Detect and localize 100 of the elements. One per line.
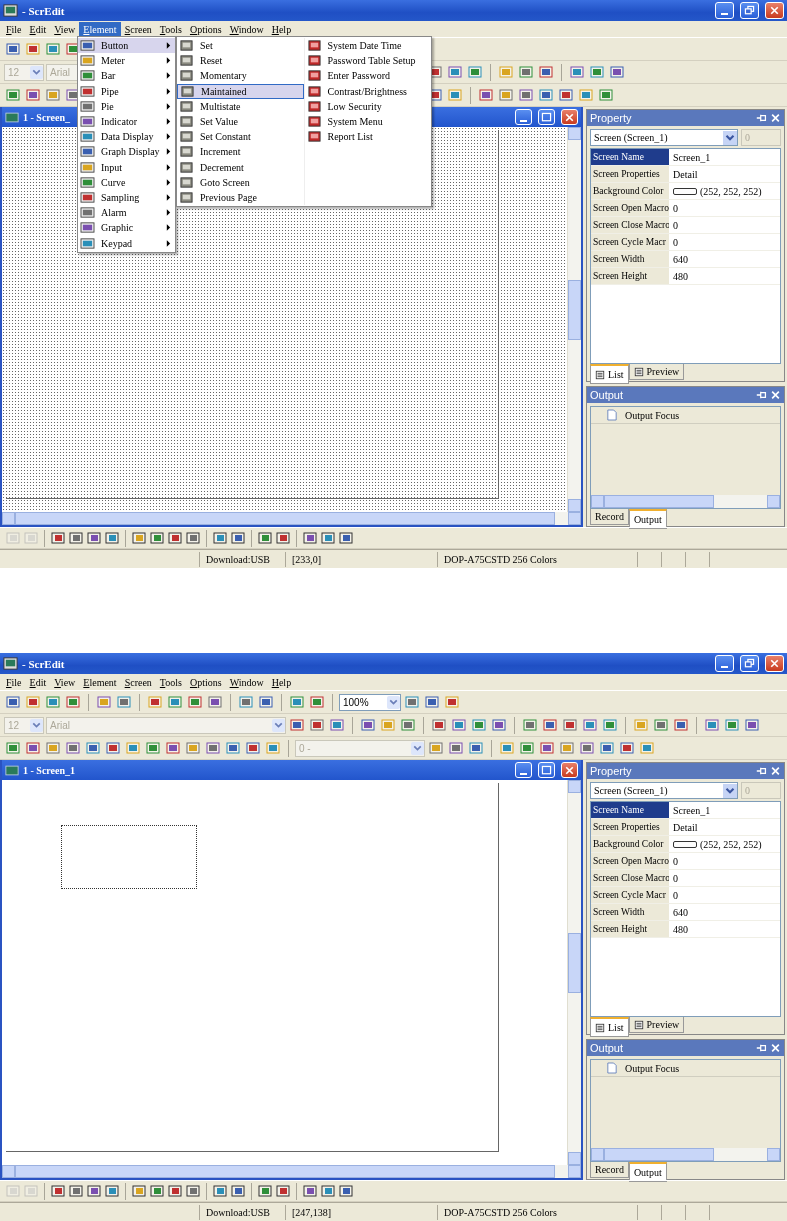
panel-tab[interactable]: List xyxy=(590,1017,629,1037)
menu-item[interactable]: Element xyxy=(79,21,121,37)
menu-item[interactable]: Screen xyxy=(120,21,156,37)
menu-entry[interactable]: Goto Screen xyxy=(177,174,304,190)
tool-icon[interactable] xyxy=(50,1183,66,1199)
menu-entry[interactable]: Contrast/Brightness xyxy=(304,83,431,99)
minimize-button[interactable] xyxy=(515,762,532,778)
restore-button[interactable] xyxy=(740,2,759,19)
property-name[interactable]: Screen Name xyxy=(591,149,669,165)
property-name[interactable]: Screen Cycle Macr xyxy=(591,887,669,903)
menu-entry[interactable]: Multistate xyxy=(177,98,304,114)
menu-entry[interactable]: Sampling xyxy=(78,189,175,206)
tool-icon[interactable] xyxy=(86,530,102,546)
property-name[interactable]: Screen Close Macro xyxy=(591,217,669,233)
tool-icon[interactable] xyxy=(448,740,464,756)
maximize-button[interactable] xyxy=(538,109,555,125)
menu-entry[interactable]: Maintained xyxy=(177,83,304,99)
pin-icon[interactable] xyxy=(756,390,767,400)
tool-icon[interactable] xyxy=(602,717,618,733)
menu-item[interactable]: Help xyxy=(267,21,296,37)
tool-icon[interactable] xyxy=(400,717,416,733)
tool-icon[interactable] xyxy=(404,694,420,710)
object-dropdown[interactable]: Screen (Screen_1) xyxy=(590,129,738,146)
tool-icon[interactable] xyxy=(85,740,101,756)
minimize-button[interactable] xyxy=(715,655,734,672)
vertical-scrollbar[interactable] xyxy=(567,127,581,512)
tool-icon[interactable] xyxy=(744,717,760,733)
menu-entry[interactable]: Password Table Setup xyxy=(304,53,431,69)
tool-icon[interactable] xyxy=(149,1183,165,1199)
property-name[interactable]: Background Color xyxy=(591,183,669,199)
menu-item[interactable]: Tools xyxy=(155,21,186,37)
panel-tab[interactable]: Record xyxy=(590,509,629,525)
menu-entry[interactable]: Keypad xyxy=(78,235,175,251)
column-header[interactable]: Output Focus xyxy=(625,409,680,421)
tool-icon[interactable] xyxy=(471,717,487,733)
tool-icon[interactable] xyxy=(167,530,183,546)
tool-icon[interactable] xyxy=(258,694,274,710)
minimize-button[interactable] xyxy=(515,109,532,125)
close-icon[interactable] xyxy=(770,390,781,400)
menu-entry[interactable]: Graph Display xyxy=(78,144,175,160)
tool-icon[interactable] xyxy=(275,530,291,546)
menu-item[interactable]: View xyxy=(50,21,80,37)
tool-icon[interactable] xyxy=(302,530,318,546)
menu-item[interactable]: File xyxy=(2,21,26,37)
tool-icon[interactable] xyxy=(289,717,305,733)
property-name[interactable]: Screen Close Macro xyxy=(591,870,669,886)
menu-entry[interactable]: Bar xyxy=(78,68,175,84)
menu-entry[interactable]: Curve xyxy=(78,174,175,190)
menu-entry[interactable]: Set Value xyxy=(177,113,304,130)
tool-icon[interactable] xyxy=(431,717,447,733)
tool-icon[interactable] xyxy=(518,64,534,80)
property-name[interactable]: Screen Properties xyxy=(591,166,669,182)
tool-icon[interactable] xyxy=(468,740,484,756)
tool-icon[interactable] xyxy=(360,717,376,733)
panel-tab[interactable]: Record xyxy=(590,1162,629,1178)
menu-entry[interactable]: Input xyxy=(78,159,175,175)
tool-icon[interactable] xyxy=(257,530,273,546)
tool-icon[interactable] xyxy=(257,1183,273,1199)
tool-icon[interactable] xyxy=(68,530,84,546)
tool-icon[interactable] xyxy=(538,64,554,80)
tool-icon[interactable] xyxy=(558,87,574,103)
panel-tab[interactable]: List xyxy=(590,364,629,384)
pin-icon[interactable] xyxy=(756,766,767,776)
object-dropdown[interactable]: Screen (Screen_1) xyxy=(590,782,738,799)
dropdown-field[interactable]: 100% xyxy=(339,693,401,711)
tool-icon[interactable] xyxy=(230,1183,246,1199)
tool-icon[interactable] xyxy=(478,87,494,103)
close-button[interactable] xyxy=(765,655,784,672)
tool-icon[interactable] xyxy=(275,1183,291,1199)
tool-icon[interactable] xyxy=(653,717,669,733)
color-swatch[interactable] xyxy=(673,187,697,195)
property-name[interactable]: Background Color xyxy=(591,836,669,852)
menu-entry[interactable]: Set Constant xyxy=(177,129,304,145)
tool-icon[interactable] xyxy=(187,694,203,710)
tool-icon[interactable] xyxy=(302,1183,318,1199)
tool-icon[interactable] xyxy=(5,694,21,710)
horizontal-scrollbar[interactable] xyxy=(591,495,780,508)
menu-item[interactable]: View xyxy=(50,674,80,690)
tool-icon[interactable] xyxy=(5,87,21,103)
tool-icon[interactable] xyxy=(185,530,201,546)
tool-icon[interactable] xyxy=(444,694,460,710)
maximize-button[interactable] xyxy=(538,762,555,778)
tool-icon[interactable] xyxy=(609,64,625,80)
tool-icon[interactable] xyxy=(205,740,221,756)
tool-icon[interactable] xyxy=(25,694,41,710)
menu-item[interactable]: Help xyxy=(267,674,296,690)
tool-icon[interactable] xyxy=(207,694,223,710)
tool-icon[interactable] xyxy=(50,530,66,546)
tool-icon[interactable] xyxy=(518,87,534,103)
tool-icon[interactable] xyxy=(579,740,595,756)
tool-icon[interactable] xyxy=(589,64,605,80)
pin-icon[interactable] xyxy=(756,1043,767,1053)
vertical-scrollbar[interactable] xyxy=(567,780,581,1165)
menu-entry[interactable]: Report List xyxy=(304,129,431,145)
property-name[interactable]: Screen Open Macro xyxy=(591,200,669,216)
menu-entry[interactable]: Data Display xyxy=(78,129,175,145)
column-header[interactable]: Output Focus xyxy=(625,1062,680,1074)
tool-icon[interactable] xyxy=(598,87,614,103)
tool-icon[interactable] xyxy=(309,694,325,710)
tool-icon[interactable] xyxy=(25,41,41,57)
